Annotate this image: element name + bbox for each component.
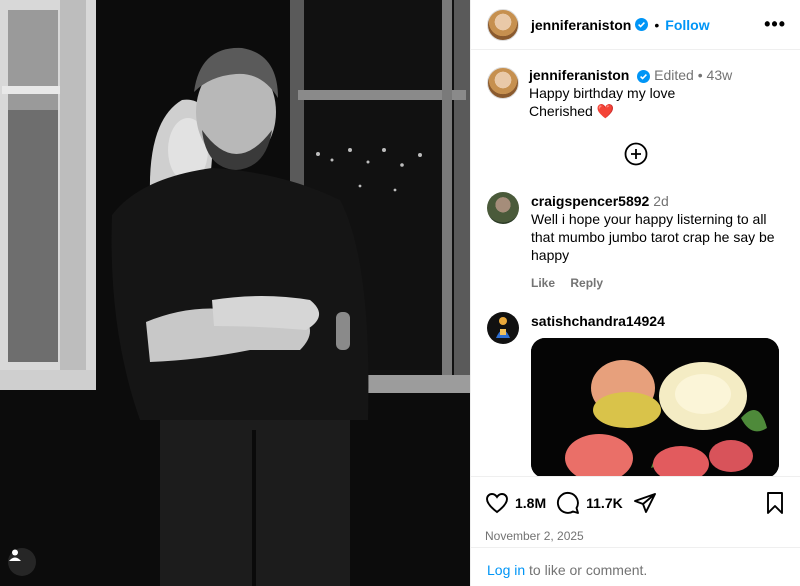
user-tag-icon xyxy=(9,549,21,561)
save-button[interactable] xyxy=(764,491,786,515)
comment-item: craigspencer5892 2d Well i hope your hap… xyxy=(471,192,800,292)
load-more-comments xyxy=(471,142,800,166)
post-details-panel: jenniferaniston • Follow ••• jenniferani… xyxy=(470,0,800,586)
post-date: November 2, 2025 xyxy=(485,529,584,543)
comment-avatar[interactable] xyxy=(487,192,519,224)
caption-line-2: Cherished ❤️ xyxy=(529,103,615,119)
login-link[interactable]: Log in xyxy=(487,562,525,578)
caption-username[interactable]: jenniferaniston xyxy=(529,67,629,83)
share-button[interactable] xyxy=(633,491,657,515)
caption-age: 43w xyxy=(706,67,733,83)
comment-button[interactable] xyxy=(556,491,580,515)
comment-image[interactable] xyxy=(531,338,779,476)
comment-actions: Like Reply xyxy=(531,274,786,292)
deity-avatar-icon xyxy=(496,317,510,338)
caption-line-1: Happy birthday my love xyxy=(529,85,676,101)
like-count[interactable]: 1.8M xyxy=(515,495,546,511)
comment-username[interactable]: craigspencer5892 xyxy=(531,193,649,209)
verified-badge-icon xyxy=(635,18,649,31)
photo-scene xyxy=(0,0,470,586)
roses-image xyxy=(531,338,779,476)
login-prompt: Log in to like or comment. xyxy=(471,547,800,586)
caption-avatar[interactable] xyxy=(487,67,519,99)
plus-circle-icon[interactable] xyxy=(624,142,648,166)
separator-dot: • xyxy=(654,16,660,33)
login-prompt-text: to like or comment. xyxy=(525,562,648,578)
caption: jenniferaniston Edited • 43w Happy birth… xyxy=(471,50,800,120)
comment-icon xyxy=(557,491,580,514)
comment-age: 2d xyxy=(653,193,669,209)
like-button[interactable] xyxy=(485,491,509,515)
comment-text: Well i hope your happy listerning to all… xyxy=(531,211,775,263)
caption-separator: • xyxy=(697,67,703,83)
edited-label: Edited xyxy=(654,67,694,83)
comment-username[interactable]: satishchandra14924 xyxy=(531,313,665,329)
comment-reply-button[interactable]: Reply xyxy=(570,276,603,290)
send-icon xyxy=(633,493,656,513)
verified-badge-icon xyxy=(637,69,651,83)
comment-avatar[interactable] xyxy=(487,312,519,344)
comment-like-button[interactable]: Like xyxy=(531,276,555,290)
action-bar: 1.8M 11.7K xyxy=(485,489,786,517)
comments-scroll-area[interactable]: jenniferaniston Edited • 43w Happy birth… xyxy=(471,50,800,476)
comment-count[interactable]: 11.7K xyxy=(586,495,623,511)
bookmark-icon xyxy=(767,492,783,514)
post-footer: 1.8M 11.7K November 2, 2025 xyxy=(471,476,800,543)
author-username[interactable]: jenniferaniston xyxy=(531,17,631,33)
heart-icon xyxy=(486,493,508,514)
ellipsis-icon[interactable]: ••• xyxy=(764,14,786,35)
post-photo[interactable] xyxy=(0,0,470,586)
tag-button[interactable] xyxy=(8,548,36,576)
post-header: jenniferaniston • Follow ••• xyxy=(471,0,800,50)
comment-item: satishchandra14924 xyxy=(471,312,800,476)
author-avatar[interactable] xyxy=(487,8,519,41)
follow-button[interactable]: Follow xyxy=(665,17,709,33)
